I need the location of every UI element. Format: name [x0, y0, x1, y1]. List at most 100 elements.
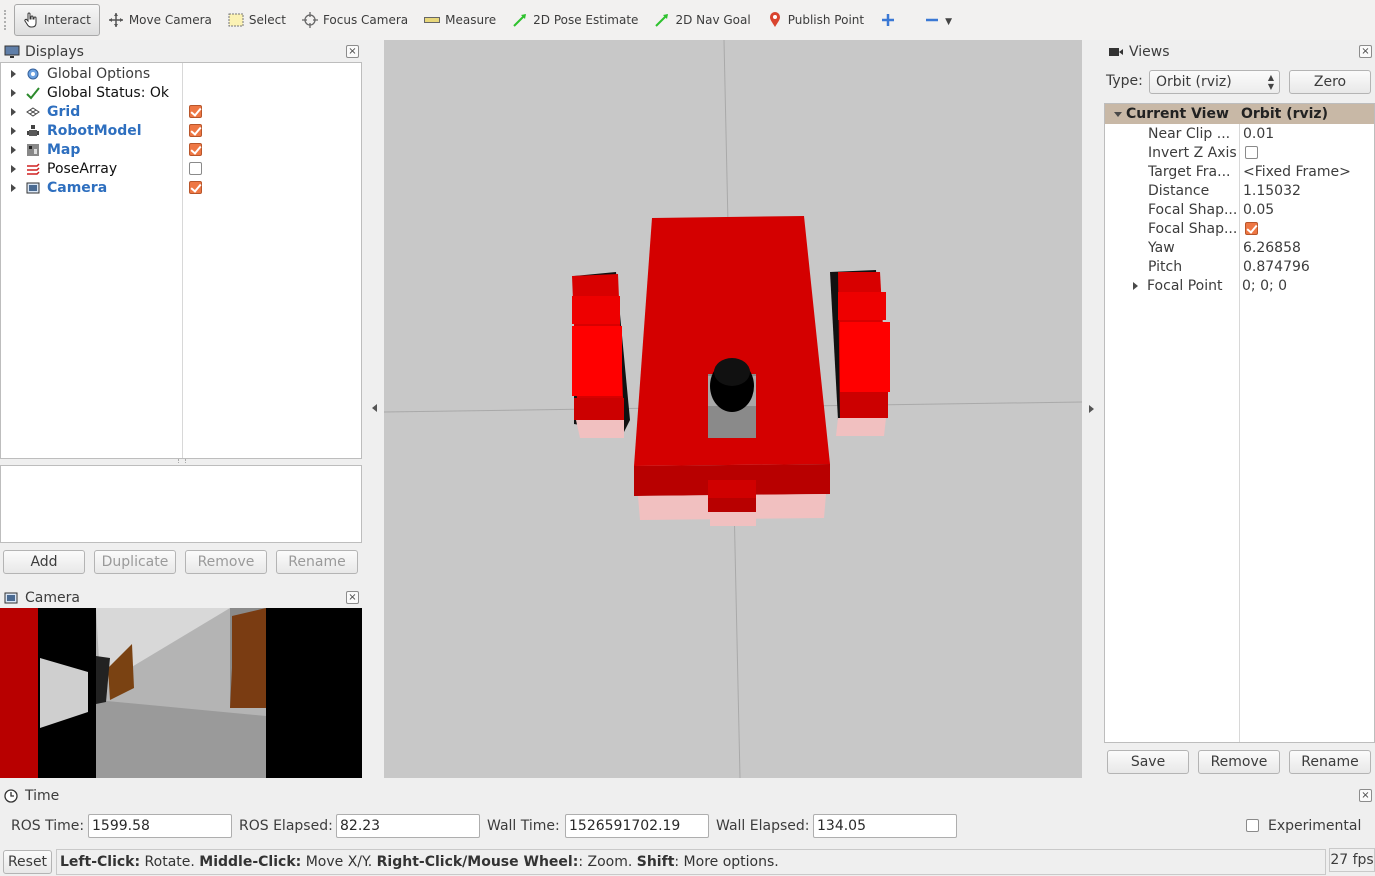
prop-target-frame[interactable]: Target Fra... <Fixed Frame> — [1105, 162, 1374, 181]
publish-point-tool-button[interactable]: Publish Point — [759, 4, 872, 36]
toolbar-grip[interactable] — [4, 10, 10, 30]
pose-array-icon — [25, 161, 41, 177]
splitter-handle[interactable] — [178, 459, 186, 463]
camera-enabled-checkbox[interactable] — [189, 181, 202, 194]
time-panel-title: Time — [25, 788, 60, 804]
ros-time-field[interactable]: 1599.58 — [88, 814, 232, 838]
prop-name: Invert Z Axis — [1148, 144, 1237, 161]
reset-button[interactable]: Reset — [3, 850, 52, 874]
display-item-grid[interactable]: Grid — [1, 102, 80, 121]
interact-tool-button[interactable]: Interact — [14, 4, 100, 36]
grid-icon — [25, 104, 41, 120]
robotmodel-enabled-checkbox[interactable] — [189, 124, 202, 137]
display-item-camera[interactable]: Camera — [1, 178, 107, 197]
expand-arrow-icon[interactable] — [11, 88, 16, 97]
render-viewport[interactable] — [384, 40, 1082, 778]
prop-focal-shape-fixed[interactable]: Focal Shap... — [1105, 219, 1374, 238]
expand-arrow-icon[interactable] — [11, 183, 16, 192]
displays-tree: Global Options Global Status: Ok Grid Ro… — [0, 62, 362, 459]
chevron-down-icon: ▼ — [945, 17, 953, 27]
collapse-arrow-icon[interactable] — [1114, 111, 1122, 117]
display-item-posearray[interactable]: PoseArray — [1, 159, 117, 178]
add-tool-button[interactable] — [872, 4, 904, 36]
hint-text: Move X/Y. — [301, 854, 377, 870]
pose-estimate-tool-button[interactable]: 2D Pose Estimate — [504, 4, 646, 36]
ros-time-label: ROS Time: — [11, 818, 85, 834]
pose-estimate-tool-label: 2D Pose Estimate — [533, 13, 639, 27]
prop-value[interactable]: 0; 0; 0 — [1242, 278, 1287, 294]
display-item-robotmodel[interactable]: RobotModel — [1, 121, 142, 140]
display-description-box — [0, 465, 362, 543]
invert-z-checkbox[interactable] — [1245, 146, 1258, 159]
remove-display-button[interactable]: Remove — [185, 550, 267, 574]
green-arrow-icon — [654, 12, 670, 28]
close-icon[interactable]: × — [1359, 45, 1372, 58]
display-item-global-options[interactable]: Global Options — [1, 64, 150, 83]
current-view-row[interactable]: Current View Orbit (rviz) — [1105, 104, 1374, 124]
close-icon[interactable]: × — [1359, 789, 1372, 802]
view-type-value: Orbit (rviz) — [1156, 74, 1232, 90]
prop-yaw[interactable]: Yaw 6.26858 — [1105, 238, 1374, 257]
wall-elapsed-field[interactable]: 134.05 — [813, 814, 957, 838]
close-icon[interactable]: × — [346, 45, 359, 58]
hint-key: Middle-Click: — [199, 854, 302, 870]
nav-goal-tool-button[interactable]: 2D Nav Goal — [646, 4, 758, 36]
select-rect-icon — [228, 12, 244, 28]
ruler-icon — [424, 12, 441, 28]
prop-name: Focal Shap... — [1148, 201, 1238, 218]
focal-shape-fixed-checkbox[interactable] — [1245, 222, 1258, 235]
close-icon[interactable]: × — [346, 591, 359, 604]
select-tool-button[interactable]: Select — [220, 4, 294, 36]
remove-tool-button[interactable]: ▼ — [916, 4, 960, 36]
robot-model-render — [384, 40, 1082, 778]
grid-enabled-checkbox[interactable] — [189, 105, 202, 118]
display-item-global-status[interactable]: Global Status: Ok — [1, 83, 169, 102]
wall-time-field[interactable]: 1526591702.19 — [565, 814, 709, 838]
prop-near-clip[interactable]: Near Clip ... 0.01 — [1105, 124, 1374, 143]
expand-arrow-icon[interactable] — [11, 145, 16, 154]
display-item-map[interactable]: Map — [1, 140, 80, 159]
rename-view-button[interactable]: Rename — [1289, 750, 1371, 774]
prop-value[interactable]: 0.05 — [1243, 202, 1274, 218]
save-view-button[interactable]: Save — [1107, 750, 1189, 774]
select-tool-label: Select — [248, 13, 286, 27]
prop-name: Near Clip ... — [1148, 125, 1231, 142]
prop-focal-point[interactable]: Focal Point 0; 0; 0 — [1105, 276, 1374, 295]
focus-camera-tool-label: Focus Camera — [322, 13, 409, 27]
prop-pitch[interactable]: Pitch 0.874796 — [1105, 257, 1374, 276]
left-collapse-arrow[interactable] — [372, 404, 377, 412]
view-type-label: Type: — [1106, 73, 1143, 89]
prop-value[interactable]: 1.15032 — [1243, 183, 1301, 199]
prop-distance[interactable]: Distance 1.15032 — [1105, 181, 1374, 200]
rename-display-button[interactable]: Rename — [276, 550, 358, 574]
right-collapse-arrow[interactable] — [1089, 405, 1094, 413]
display-item-label: Camera — [47, 179, 108, 196]
experimental-checkbox[interactable] — [1246, 819, 1259, 832]
measure-tool-button[interactable]: Measure — [416, 4, 504, 36]
expand-arrow-icon[interactable] — [1133, 281, 1138, 290]
expand-arrow-icon[interactable] — [11, 126, 16, 135]
view-type-select[interactable]: Orbit (rviz) ▲ ▼ — [1149, 70, 1280, 94]
duplicate-display-button[interactable]: Duplicate — [94, 550, 176, 574]
prop-value[interactable]: 6.26858 — [1243, 240, 1301, 256]
move-camera-tool-button[interactable]: Move Camera — [100, 4, 220, 36]
add-display-button[interactable]: Add — [3, 550, 85, 574]
zero-view-button[interactable]: Zero — [1289, 70, 1371, 94]
map-enabled-checkbox[interactable] — [189, 143, 202, 156]
prop-name: Focal Shap... — [1148, 220, 1238, 237]
prop-value[interactable]: 0.01 — [1243, 126, 1274, 142]
ros-elapsed-field[interactable]: 82.23 — [336, 814, 480, 838]
prop-value[interactable]: 0.874796 — [1243, 259, 1310, 275]
prop-value[interactable]: <Fixed Frame> — [1243, 164, 1351, 180]
expand-arrow-icon[interactable] — [11, 164, 16, 173]
display-item-label: Grid — [47, 103, 81, 120]
focus-camera-tool-button[interactable]: Focus Camera — [294, 4, 416, 36]
remove-view-button[interactable]: Remove — [1198, 750, 1280, 774]
spin-arrows-icon: ▲ ▼ — [1267, 73, 1274, 91]
expand-arrow-icon[interactable] — [11, 107, 16, 116]
prop-focal-shape-size[interactable]: Focal Shap... 0.05 — [1105, 200, 1374, 219]
prop-invert-z[interactable]: Invert Z Axis — [1105, 143, 1374, 162]
main-toolbar: Interact Move Camera Select Focus Camera… — [0, 0, 1375, 40]
expand-arrow-icon[interactable] — [11, 69, 16, 78]
posearray-enabled-checkbox[interactable] — [189, 162, 202, 175]
